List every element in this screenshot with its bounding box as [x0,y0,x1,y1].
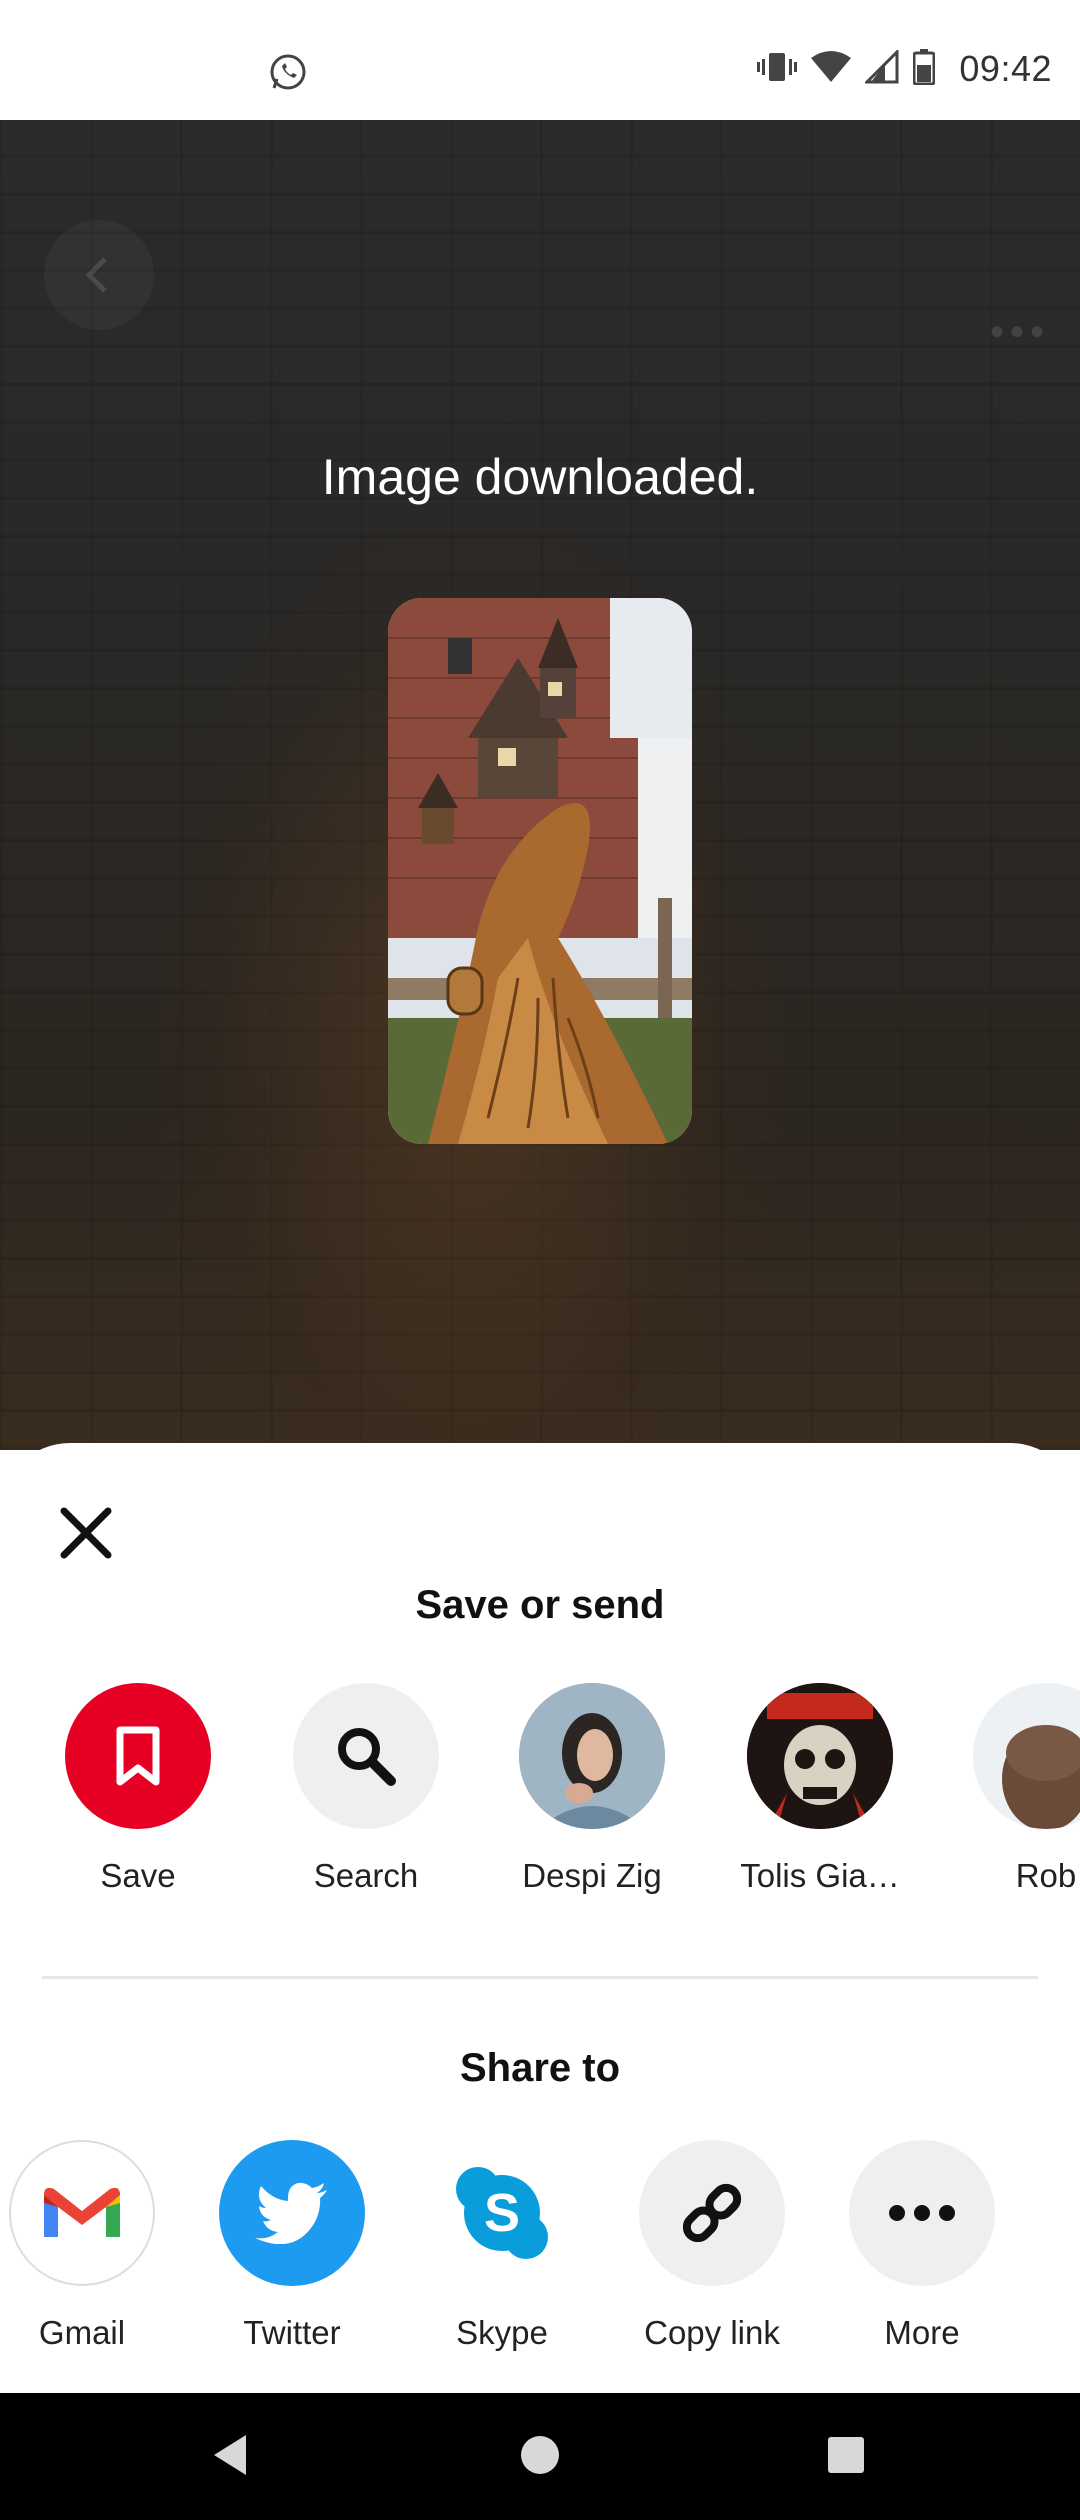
send-item-label: Despi Zig [522,1857,662,1894]
nav-recents-button[interactable] [826,2433,866,2482]
skype-icon: S [456,2167,548,2259]
square-recents-icon [828,2437,864,2473]
copy-link-circle [639,2140,785,2286]
download-confirmation: Image downloaded. [321,449,759,505]
more-circle [849,2140,995,2286]
gmail-circle [9,2140,155,2286]
send-item-contact[interactable]: Despi Zig [492,1683,692,1895]
more-icon [889,2205,955,2221]
bookmark-icon [116,1726,160,1786]
share-item-copy-link[interactable]: Copy link [612,2140,812,2352]
svg-text:S: S [484,2183,520,2243]
share-item-skype[interactable]: S Skype [402,2140,602,2352]
close-button[interactable] [56,1503,116,1563]
send-item-save[interactable]: Save [38,1683,238,1895]
share-item-gmail[interactable]: Gmail [0,2140,182,2352]
triangle-back-icon [214,2435,246,2475]
skype-circle: S [429,2140,575,2286]
link-icon [682,2183,742,2243]
send-item-label: Tolis Gia… [740,1857,900,1894]
send-item-search[interactable]: Search [266,1683,466,1895]
circle-home-icon [521,2436,559,2474]
twitter-circle [219,2140,365,2286]
avatar [747,1683,893,1829]
divider [42,1976,1038,1979]
twitter-icon [255,2182,327,2244]
wifi-icon [811,50,852,89]
avatar [973,1683,1080,1829]
share-item-more[interactable]: More [822,2140,1022,2352]
more-options-icon[interactable]: ••• [990,310,1050,355]
nav-home-button[interactable] [520,2433,560,2482]
share-item-label: More [884,2314,960,2351]
share-item-label: Copy link [644,2314,780,2351]
send-item-contact[interactable]: Tolis Gia… [720,1683,920,1895]
save-circle [65,1683,211,1829]
pin-background: ••• Image downloaded. [0,120,1080,1450]
share-title: Share to [459,2046,621,2090]
sheet-title: Save or send [415,1583,665,1627]
whatsapp-icon [268,52,308,97]
downloaded-image-preview [388,598,692,1144]
share-item-label: Gmail [38,2314,126,2351]
close-icon [60,1507,112,1559]
send-item-label: Search [313,1857,419,1894]
search-icon [338,1728,396,1786]
send-item-label: Save [100,1857,176,1894]
signal-icon [863,47,899,89]
nav-back-button[interactable] [210,2433,250,2482]
share-item-label: Skype [456,2314,548,2351]
status-bar: 09:42 [0,0,1080,120]
search-circle [293,1683,439,1829]
save-or-send-sheet: Save or send Save Search Despi Zig Tolis… [0,1443,1080,2393]
share-item-label: Twitter [243,2314,341,2351]
system-nav-bar [0,2393,1080,2520]
send-item-contact[interactable]: Rob [946,1683,1080,1895]
status-time: 09:42 [959,48,1052,89]
avatar [519,1683,665,1829]
gmail-icon [44,2187,120,2237]
share-item-twitter[interactable]: Twitter [192,2140,392,2352]
battery-icon [912,48,936,90]
send-item-label: Rob [1015,1857,1077,1894]
chevron-left-icon [85,257,107,293]
back-button[interactable] [44,220,154,330]
vibrate-icon [757,49,798,90]
